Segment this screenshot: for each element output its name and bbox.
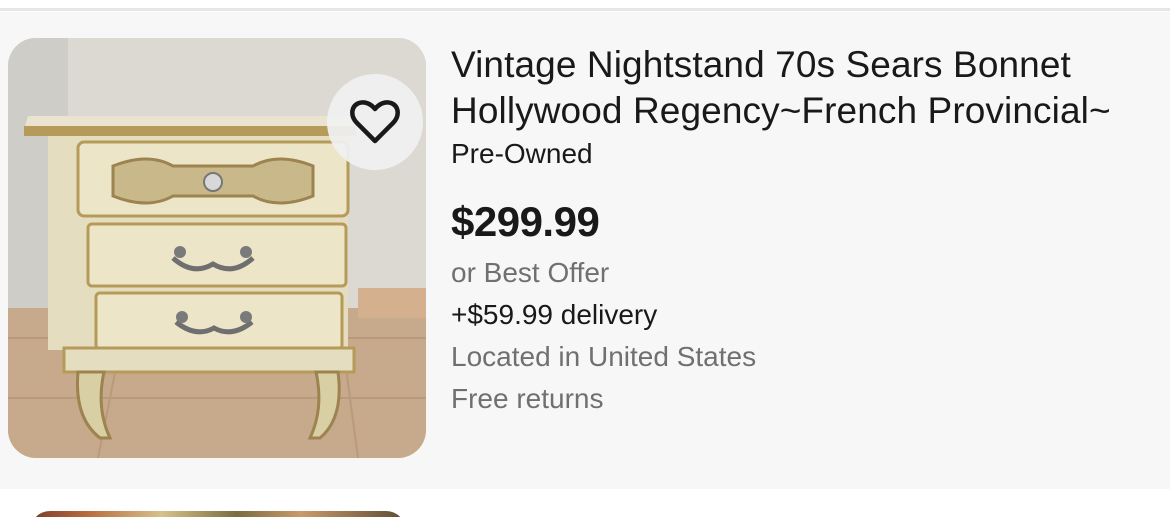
listing-condition: Pre-Owned	[451, 138, 593, 169]
listing-title[interactable]: Vintage Nightstand 70s Sears Bonnet Holl…	[451, 42, 1151, 134]
listing-image[interactable]	[8, 38, 426, 458]
heart-icon	[350, 100, 400, 144]
listing-price: $299.99	[451, 198, 600, 245]
top-divider	[0, 8, 1170, 11]
returns-policy: Free returns	[451, 383, 604, 414]
next-listing-image[interactable]	[30, 511, 406, 517]
listing-details: Vintage Nightstand 70s Sears Bonnet Holl…	[451, 42, 1151, 420]
item-location: Located in United States	[451, 341, 757, 372]
best-offer-label: or Best Offer	[451, 257, 610, 288]
listing-card[interactable]: Vintage Nightstand 70s Sears Bonnet Holl…	[0, 12, 1170, 489]
delivery-cost: +$59.99 delivery	[451, 299, 658, 330]
watch-button[interactable]	[327, 74, 423, 170]
